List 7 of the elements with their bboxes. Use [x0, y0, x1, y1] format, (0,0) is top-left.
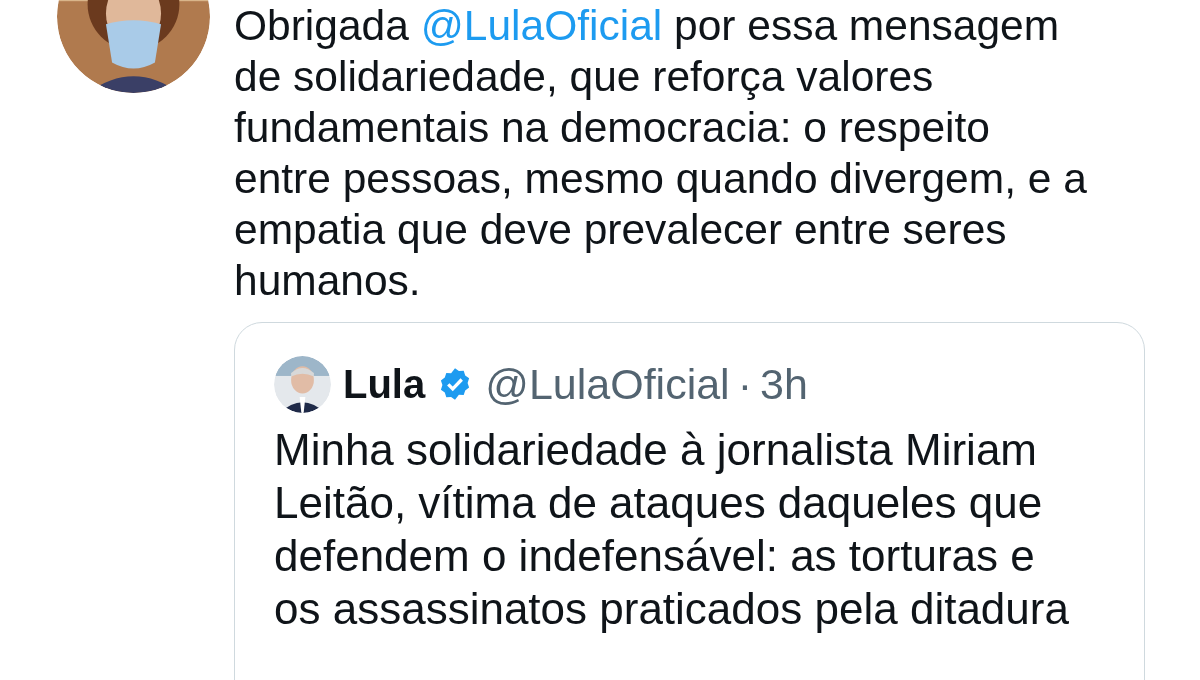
timestamp[interactable]: 3h: [760, 359, 808, 409]
author-name[interactable]: Lula: [343, 361, 426, 407]
separator-dot: ·: [737, 359, 752, 409]
quoted-tweet-text: Minha solidariedade à jornalista Miriam Leitão, vítima de ataques daqueles que defendem o indefensável: as torturas e os assassinatos praticados pela ditadura: [274, 424, 1070, 635]
author-handle[interactable]: @LulaOficial: [485, 359, 730, 409]
tweet-text: Obrigada @LulaOficial por essa mensagem de solidariedade, que reforça valores fundamentais na democracia: o respeito entre pessoas, mesmo quando divergem, e a empatia que deve prevalecer entre seres humanos.: [234, 1, 1088, 306]
quoted-tweet-card[interactable]: Lula @LulaOficial · 3h Minha solidariedade à jornalista Miriam Leitão, vítima de ataques daqueles que defendem o indefensável: as torturas e os assassinatos praticados pela ditadura: [234, 322, 1145, 680]
